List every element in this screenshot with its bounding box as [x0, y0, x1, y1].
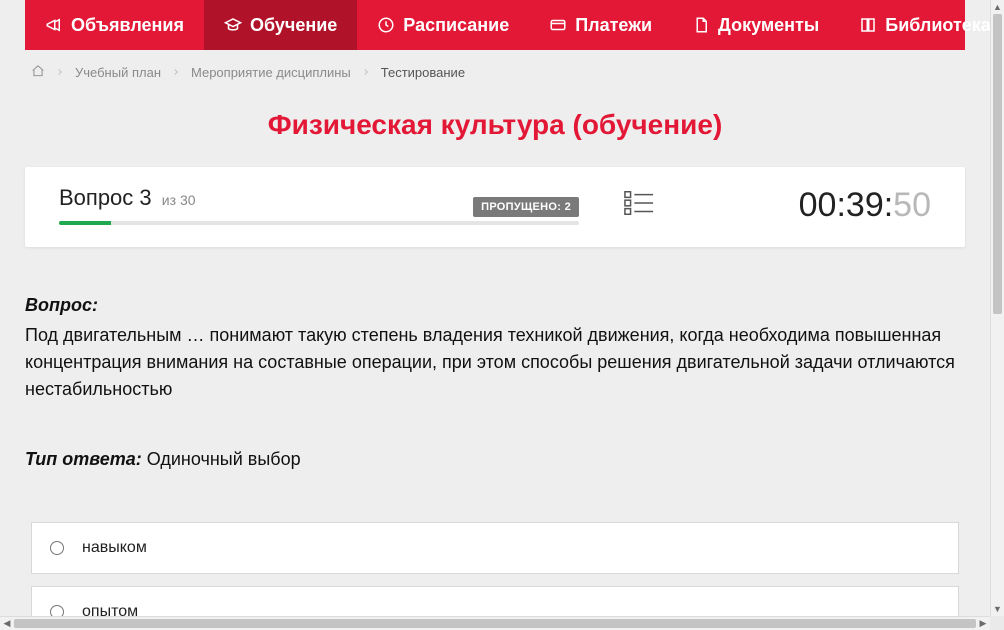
home-icon[interactable] [31, 64, 45, 81]
answer-type: Тип ответа: Одиночный выбор [25, 449, 965, 470]
breadcrumb: Учебный план Мероприятие дисциплины Тест… [25, 50, 965, 91]
graduation-cap-icon [224, 16, 242, 34]
nav-label: Обучение [250, 15, 337, 36]
nav-schedule[interactable]: Расписание [357, 0, 529, 50]
vertical-scroll-thumb[interactable] [993, 14, 1002, 314]
answer-label: навыком [82, 539, 147, 557]
nav-education[interactable]: Обучение [204, 0, 357, 50]
answer-label: опытом [82, 603, 138, 616]
answer-list: навыком опытом [25, 522, 965, 616]
question-number: 3 [139, 185, 151, 210]
answer-radio[interactable] [50, 541, 64, 555]
megaphone-icon [45, 16, 63, 34]
timer: 00:39:50 [699, 186, 931, 225]
scroll-right-arrow[interactable]: ▶ [976, 617, 990, 630]
question-prefix: Вопрос [59, 185, 133, 210]
answer-radio[interactable] [50, 605, 64, 616]
answer-type-value: Одиночный выбор [147, 449, 301, 469]
test-status-card: Вопрос 3 из 30 ПРОПУЩЕНО: 2 [25, 167, 965, 247]
chevron-right-icon [171, 65, 181, 80]
question-text: Под двигательным … понимают такую степен… [25, 322, 965, 403]
nav-documents[interactable]: Документы [672, 0, 839, 50]
scroll-up-arrow[interactable]: ▲ [991, 0, 1004, 14]
breadcrumb-link-plan[interactable]: Учебный план [75, 65, 161, 80]
clock-icon [377, 16, 395, 34]
progress-bar-fill [59, 221, 111, 225]
breadcrumb-link-event[interactable]: Мероприятие дисциплины [191, 65, 351, 80]
nav-label: Объявления [71, 15, 184, 36]
card-icon [549, 16, 567, 34]
nav-payments[interactable]: Платежи [529, 0, 672, 50]
page-title: Физическая культура (обучение) [25, 109, 965, 141]
chevron-right-icon [361, 65, 371, 80]
book-icon [859, 16, 877, 34]
horizontal-scroll-thumb[interactable] [14, 619, 976, 628]
answer-option[interactable]: опытом [31, 586, 959, 616]
answer-option[interactable]: навыком [31, 522, 959, 574]
timer-seconds: 50 [893, 186, 931, 224]
progress-bar: ПРОПУЩЕНО: 2 [59, 221, 579, 225]
horizontal-scrollbar[interactable]: ◀ ▶ [0, 616, 1004, 630]
vertical-scrollbar[interactable]: ▲ ▼ [990, 0, 1004, 616]
nav-library[interactable]: Библиотека [839, 0, 990, 50]
chevron-right-icon [55, 65, 65, 80]
nav-label: Библиотека [885, 15, 990, 36]
timer-main: 00:39: [799, 186, 894, 224]
scroll-down-arrow[interactable]: ▼ [991, 602, 1004, 616]
nav-label: Документы [718, 15, 819, 36]
scroll-left-arrow[interactable]: ◀ [0, 617, 14, 630]
nav-label: Платежи [575, 15, 652, 36]
answer-type-label: Тип ответа: [25, 449, 142, 469]
top-nav: Объявления Обучение Расписание [25, 0, 965, 50]
skipped-badge: ПРОПУЩЕНО: 2 [473, 197, 579, 217]
question-list-icon[interactable] [624, 189, 654, 222]
scrollbar-corner [990, 616, 1004, 630]
question-total: 30 [180, 192, 196, 208]
question-label: Вопрос: [25, 295, 98, 315]
document-icon [692, 16, 710, 34]
nav-label: Расписание [403, 15, 509, 36]
nav-announcements[interactable]: Объявления [25, 0, 204, 50]
question-body: Вопрос: Под двигательным … понимают таку… [25, 295, 965, 470]
question-of-prefix: из [162, 192, 176, 208]
breadcrumb-current: Тестирование [381, 65, 465, 80]
